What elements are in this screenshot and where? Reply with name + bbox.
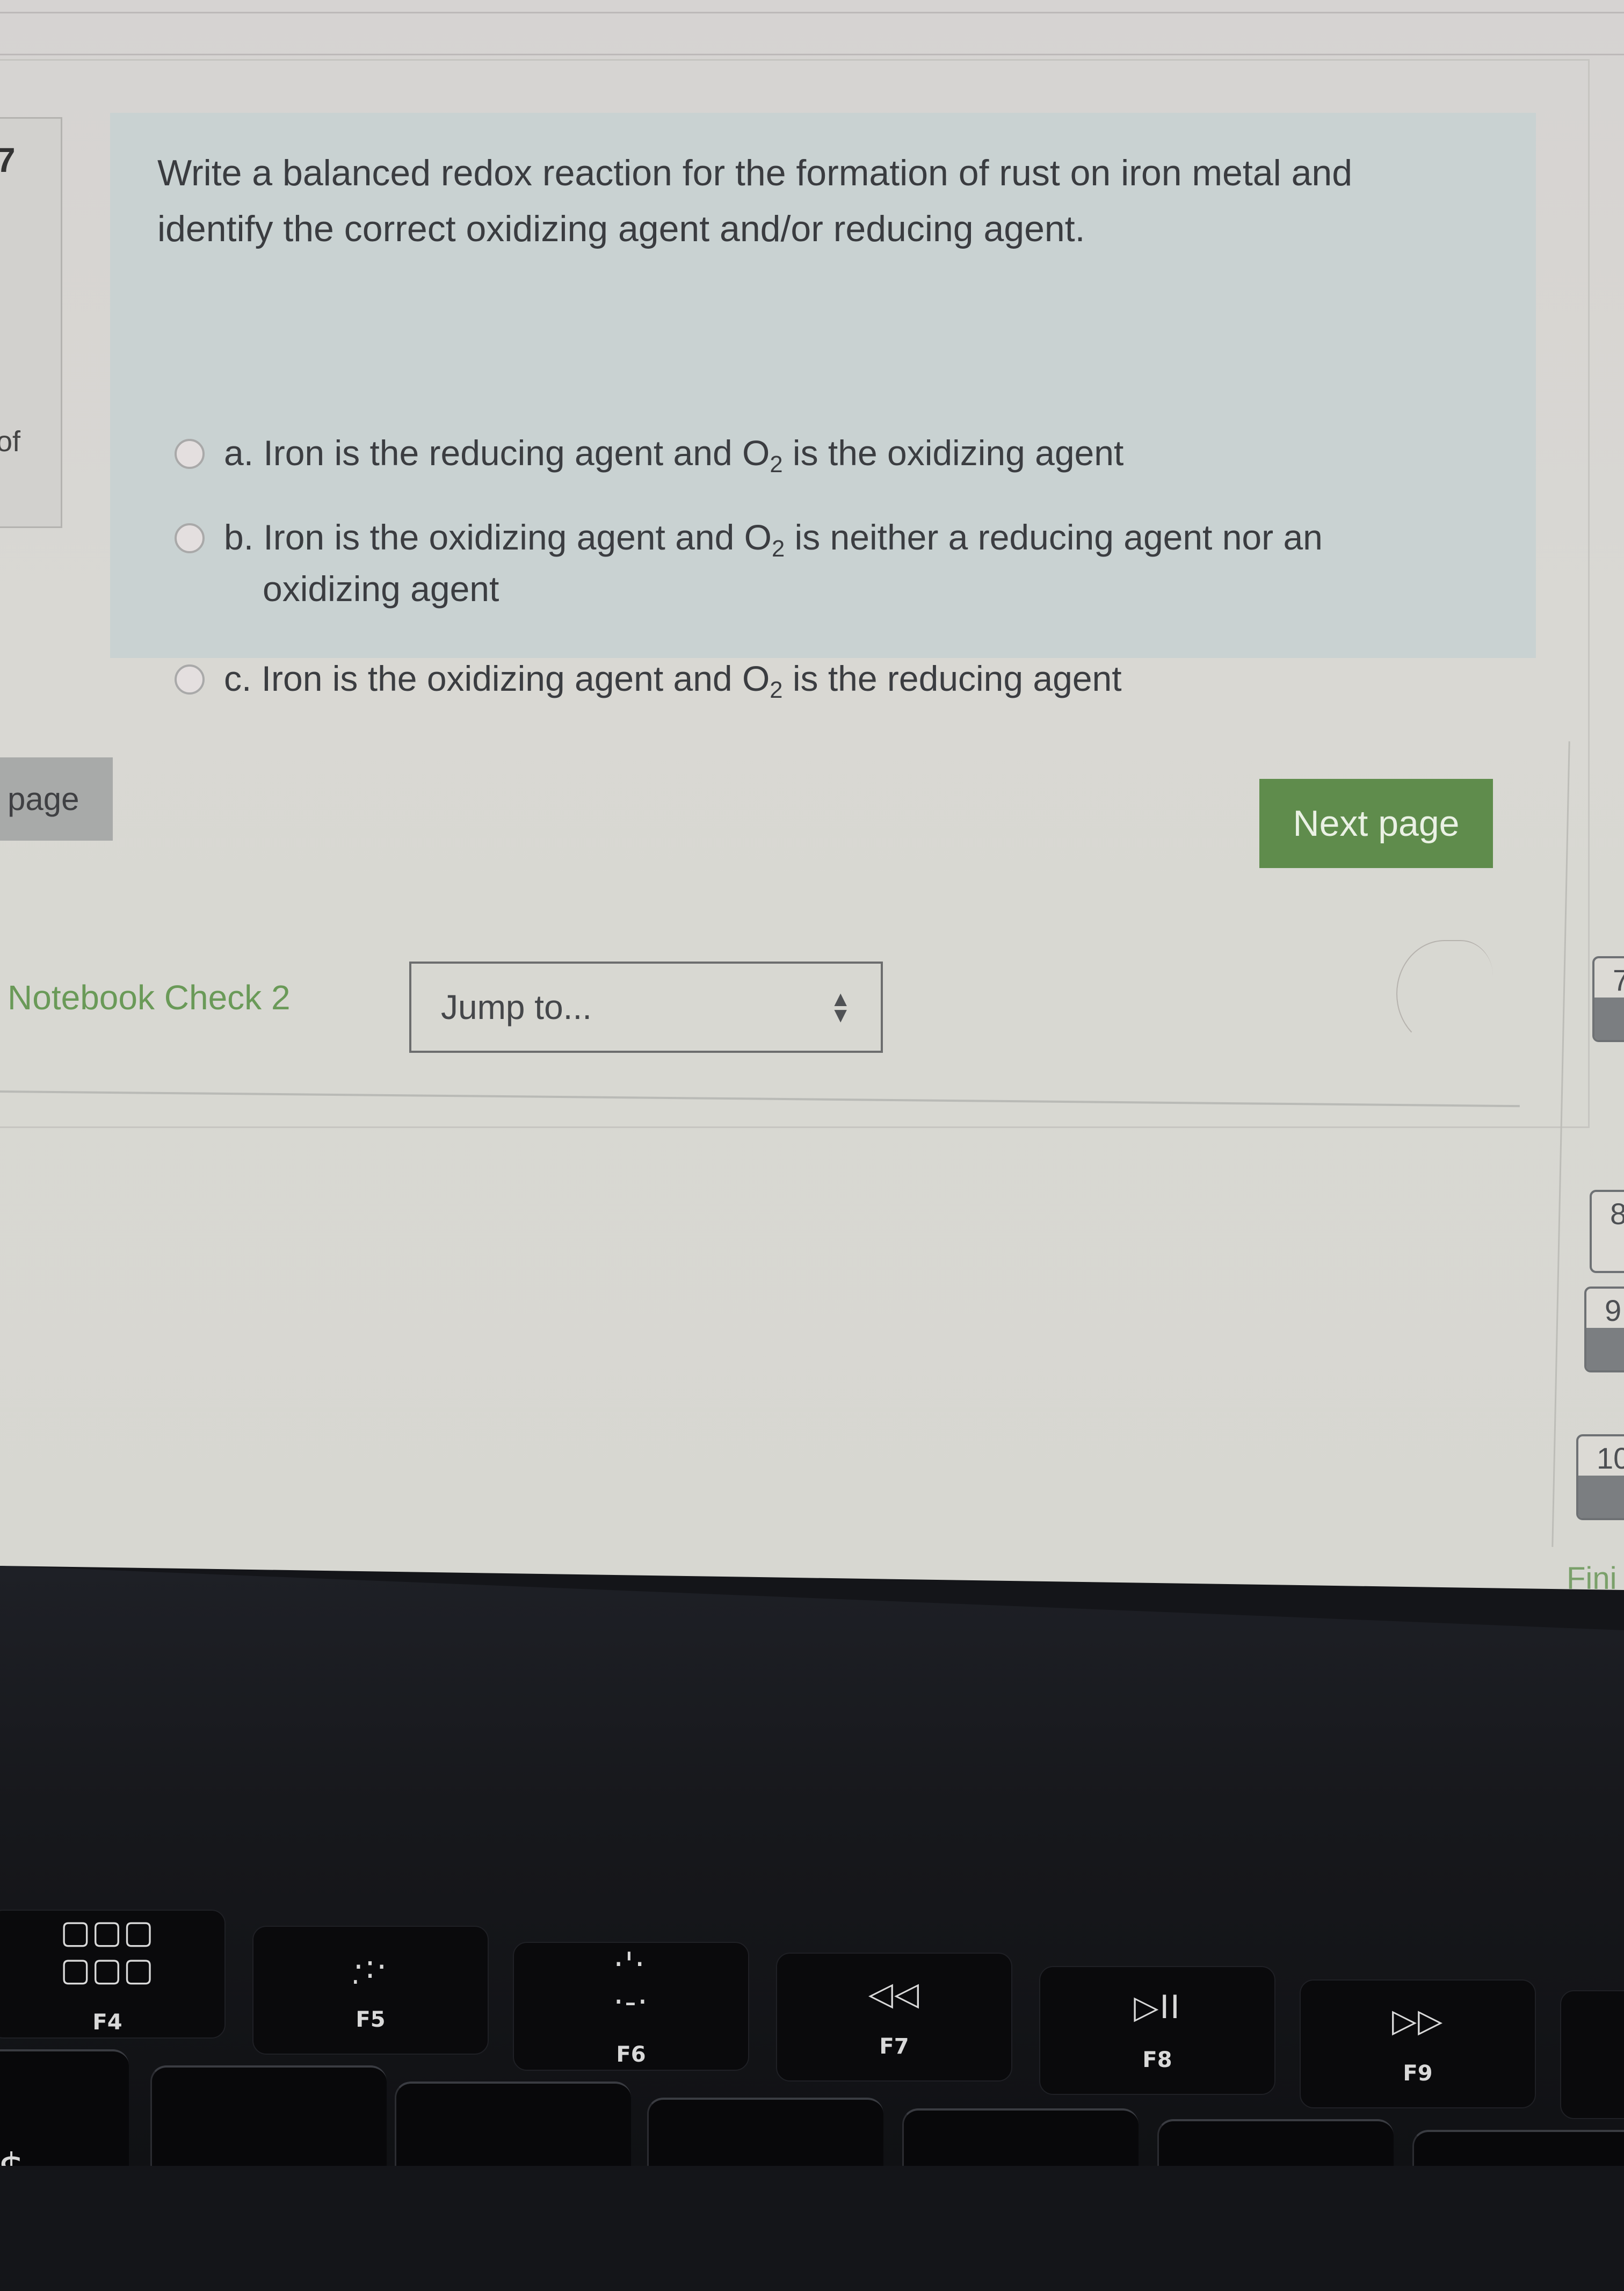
key-8[interactable]	[902, 2108, 1139, 2166]
rewind-icon: ◁◁	[868, 1975, 920, 2013]
next-page-button[interactable]: Next page	[1259, 779, 1493, 868]
previous-page-button[interactable]: page	[0, 757, 113, 841]
browser-screen: 7 of Write a balanced redox reaction for…	[0, 0, 1624, 1590]
key-6-caret[interactable]: ^	[395, 2082, 631, 2227]
key-7-ampersand[interactable]: &	[647, 2098, 883, 2243]
jump-to-value: Jump to...	[441, 988, 592, 1027]
frame-line	[0, 54, 1624, 55]
key-f9[interactable]: ▷▷ F9	[1300, 1979, 1536, 2108]
key-5-percent[interactable]: %	[150, 2065, 387, 2210]
answer-option-b[interactable]: b. Iron is the oxidizing agent and O2 is…	[175, 511, 1432, 615]
answer-text: a. Iron is the reducing agent and O2 is …	[224, 433, 1124, 478]
question-info-box: 7 of	[0, 117, 62, 528]
key-glyph: &	[749, 2193, 783, 2243]
keyboard-backlight-up-icon: ·'· ·-·	[613, 1946, 649, 2021]
launchpad-icon: ▢▢▢ ▢▢▢	[60, 1913, 155, 1989]
quiz-nav-button-10[interactable]: 10	[1576, 1434, 1624, 1520]
radio-button[interactable]	[175, 523, 205, 553]
answer-option-c[interactable]: c. Iron is the oxidizing agent and O2 is…	[175, 653, 1432, 704]
screen-smudge	[1396, 940, 1493, 1047]
key-f5[interactable]: ·̣:· F5	[252, 1926, 489, 2055]
answer-option-a[interactable]: a. Iron is the reducing agent and O2 is …	[175, 427, 1432, 479]
key-f4[interactable]: ▢▢▢ ▢▢▢ F4	[0, 1910, 226, 2039]
answer-text: c. Iron is the oxidizing agent and O2 is…	[224, 659, 1122, 704]
key-0[interactable]	[1412, 2130, 1624, 2166]
key-f6[interactable]: ·'· ·-· F6	[513, 1942, 749, 2071]
quiz-nav-button-8[interactable]: 8	[1590, 1190, 1624, 1273]
key-glyph: ^	[495, 2177, 532, 2227]
jump-to-select[interactable]: Jump to... ▲ ▼	[409, 962, 883, 1053]
question-prompt: Write a balanced redox reaction for the …	[157, 153, 1353, 249]
laptop-keyboard: ▢▢▢ ▢▢▢ F4 ·̣:· F5 ·'· ·-· F6 ◁◁ F7 ▷II F8…	[0, 1566, 1624, 2166]
quiz-nav-button-7[interactable]: 7	[1592, 956, 1624, 1042]
marked-out-of-text: of	[0, 425, 21, 458]
key-f7[interactable]: ◁◁ F7	[776, 1953, 1012, 2082]
radio-button[interactable]	[175, 439, 205, 469]
question-panel: Write a balanced redox reaction for the …	[110, 113, 1536, 702]
fast-forward-icon: ▷▷	[1391, 2002, 1444, 2040]
finish-attempt-link[interactable]: Fini	[1567, 1560, 1616, 1590]
key-f8[interactable]: ▷II F8	[1039, 1966, 1275, 2095]
question-number: 7	[0, 141, 16, 179]
keyboard-backlight-down-icon: ·̣:·	[353, 1948, 388, 1986]
radio-button[interactable]	[175, 664, 205, 695]
key-glyph: %	[249, 2160, 290, 2210]
frame-line	[0, 12, 1624, 13]
key-9[interactable]	[1157, 2119, 1394, 2166]
answer-text: b. Iron is the oxidizing agent and O2 is…	[224, 517, 1323, 609]
activity-link-notebook-check[interactable]: Notebook Check 2	[8, 978, 291, 1017]
select-updown-icon: ▲ ▼	[830, 987, 851, 1027]
key-glyph: $	[0, 2144, 25, 2194]
key-f10[interactable]	[1560, 1990, 1624, 2119]
quiz-nav-button-9[interactable]: 9	[1584, 1287, 1624, 1372]
key-4-dollar[interactable]: $	[0, 2049, 129, 2194]
play-pause-icon: ▷II	[1134, 1989, 1181, 2026]
